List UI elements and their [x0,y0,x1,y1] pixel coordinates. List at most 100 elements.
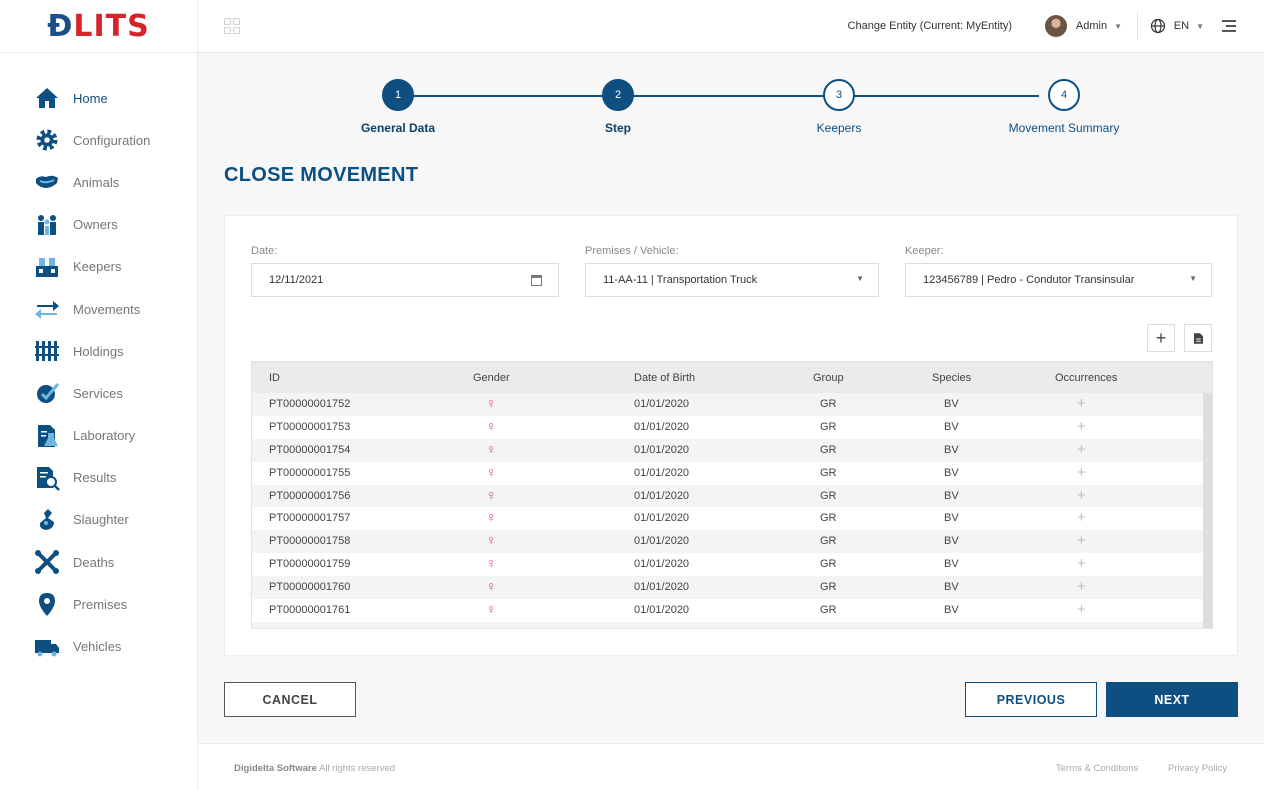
sidebar-item-label: Home [73,90,108,106]
next-button[interactable]: NEXT [1106,682,1238,717]
previous-button[interactable]: PREVIOUS [965,682,1097,717]
date-of-birth: 01/01/2020 [634,420,690,433]
terms-link[interactable]: Terms & Conditions [1056,763,1138,774]
sidebar-item-owners[interactable]: Owners [0,204,197,246]
sidebar-item-home[interactable]: Home [0,77,197,119]
change-entity-link[interactable]: Change Entity (Current: MyEntity) [848,20,1012,32]
table-row[interactable]: PT00000001752 ♀ 01/01/2020 GR BV + [252,393,1212,416]
group: GR [820,604,837,617]
table-scrollbar[interactable] [1203,393,1212,628]
female-icon: ♀ [486,463,497,480]
step-number: 2 [602,79,634,111]
sidebar-item-animals[interactable]: Animals [0,161,197,203]
export-document-button[interactable] [1184,324,1212,352]
col-dob[interactable]: Date of Birth [634,372,695,384]
col-species[interactable]: Species [932,372,971,384]
user-name: Admin [1075,20,1108,32]
sidebar-item-services[interactable]: Services [0,372,197,414]
keeper-select[interactable]: 123456789 | Pedro - Condutor Transinsula… [905,263,1212,297]
avatar [1044,15,1067,37]
female-icon: ♀ [486,555,497,572]
date-field[interactable]: 12/11/2021 [251,263,559,297]
chevron-down-icon: ▼ [1189,274,1197,283]
user-menu[interactable]: Admin ▼ [1044,15,1122,37]
language-selector[interactable]: EN ▼ [1150,18,1204,34]
apps-grid-icon[interactable] [224,18,240,34]
table-row[interactable]: PT00000001761 ♀ 01/01/2020 GR BV + [252,599,1212,622]
movements-icon [34,296,60,322]
female-icon: ♀ [486,509,497,526]
table-row[interactable]: PT00000001762 ♀ 01/01/2020 GR BV + [252,621,1212,628]
species: BV [944,535,959,548]
sidebar-item-slaughter[interactable]: Slaughter [0,499,197,541]
sidebar-item-results[interactable]: Results [0,457,197,499]
table-row[interactable]: PT00000001755 ♀ 01/01/2020 GR BV + [252,462,1212,485]
privacy-link[interactable]: Privacy Policy [1168,763,1227,774]
table-row[interactable]: PT00000001757 ♀ 01/01/2020 GR BV + [252,507,1212,530]
sidebar-item-keepers[interactable]: Keepers [0,246,197,288]
animal-id: PT00000001756 [269,489,351,502]
sidebar-item-label: Laboratory [73,428,136,444]
step-3[interactable]: 3 Keepers [749,78,929,135]
table-row[interactable]: PT00000001758 ♀ 01/01/2020 GR BV + [252,530,1212,554]
animals-icon [34,169,60,195]
menu-icon[interactable] [1222,20,1236,32]
add-occurrence-icon[interactable]: + [1077,555,1086,572]
add-occurrence-icon[interactable]: + [1077,487,1086,504]
table-body: PT00000001752 ♀ 01/01/2020 GR BV + PT000000017… [252,393,1212,628]
col-group[interactable]: Group [813,372,844,384]
footer: Digidelta Software All rights reserved T… [198,743,1264,790]
add-occurrence-icon[interactable]: + [1077,509,1086,526]
table-row[interactable]: PT00000001753 ♀ 01/01/2020 GR BV + [252,416,1212,439]
calendar-icon[interactable] [531,275,542,286]
group: GR [820,558,837,571]
table-row[interactable]: PT00000001759 ♀ 01/01/2020 GR BV + [252,553,1212,576]
add-occurrence-icon[interactable]: + [1077,578,1086,595]
add-occurrence-icon[interactable]: + [1077,464,1086,481]
premises-select[interactable]: 11-AA-11 | Transportation Truck ▼ [585,263,879,297]
sidebar-item-holdings[interactable]: Holdings [0,330,197,372]
sidebar-item-label: Services [73,385,123,401]
sidebar-item-deaths[interactable]: Deaths [0,541,197,583]
add-occurrence-icon[interactable]: + [1077,395,1086,412]
step-number: 4 [1048,79,1080,111]
sidebar-item-label: Owners [73,217,118,233]
add-occurrence-icon[interactable]: + [1077,624,1086,628]
page-title: CLOSE MOVEMENT [224,164,419,186]
animal-id: PT00000001760 [269,581,351,594]
date-of-birth: 01/01/2020 [634,535,690,548]
truck-icon [34,634,60,660]
logo-rest: LITS [73,8,150,44]
map-pin-icon [34,591,60,617]
col-id[interactable]: ID [269,372,280,384]
col-gender[interactable]: Gender [473,372,510,384]
date-of-birth: 01/01/2020 [634,398,690,410]
holdings-icon [34,338,60,364]
sidebar-item-laboratory[interactable]: Laboratory [0,415,197,457]
add-occurrence-icon[interactable]: + [1077,532,1086,549]
sidebar-item-configuration[interactable]: Configuration [0,119,197,161]
dlits-logo[interactable]: ĐLITS [0,0,197,53]
step-4[interactable]: 4 Movement Summary [974,78,1154,135]
step-1[interactable]: 1 General Data [308,78,488,135]
table-row[interactable]: PT00000001754 ♀ 01/01/2020 GR BV + [252,438,1212,462]
sidebar-item-vehicles[interactable]: Vehicles [0,625,197,667]
col-occurrences[interactable]: Occurrences [1055,372,1117,384]
add-occurrence-icon[interactable]: + [1077,441,1086,458]
group: GR [820,581,837,594]
table-row[interactable]: PT00000001760 ♀ 01/01/2020 GR BV + [252,576,1212,600]
sidebar-item-premises[interactable]: Premises [0,583,197,625]
cancel-button[interactable]: CANCEL [224,682,356,717]
sidebar-item-movements[interactable]: Movements [0,288,197,330]
animal-id: PT00000001757 [269,512,351,525]
add-button[interactable]: + [1147,324,1175,352]
add-occurrence-icon[interactable]: + [1077,418,1086,435]
add-occurrence-icon[interactable]: + [1077,601,1086,618]
group: GR [820,420,837,433]
step-2[interactable]: 2 Step [528,78,708,135]
species: BV [944,581,959,594]
copyright: Digidelta Software All rights reserved [234,763,395,774]
table-row[interactable]: PT00000001756 ♀ 01/01/2020 GR BV + [252,484,1212,508]
female-icon: ♀ [486,417,497,434]
step-label: Keepers [816,121,862,135]
